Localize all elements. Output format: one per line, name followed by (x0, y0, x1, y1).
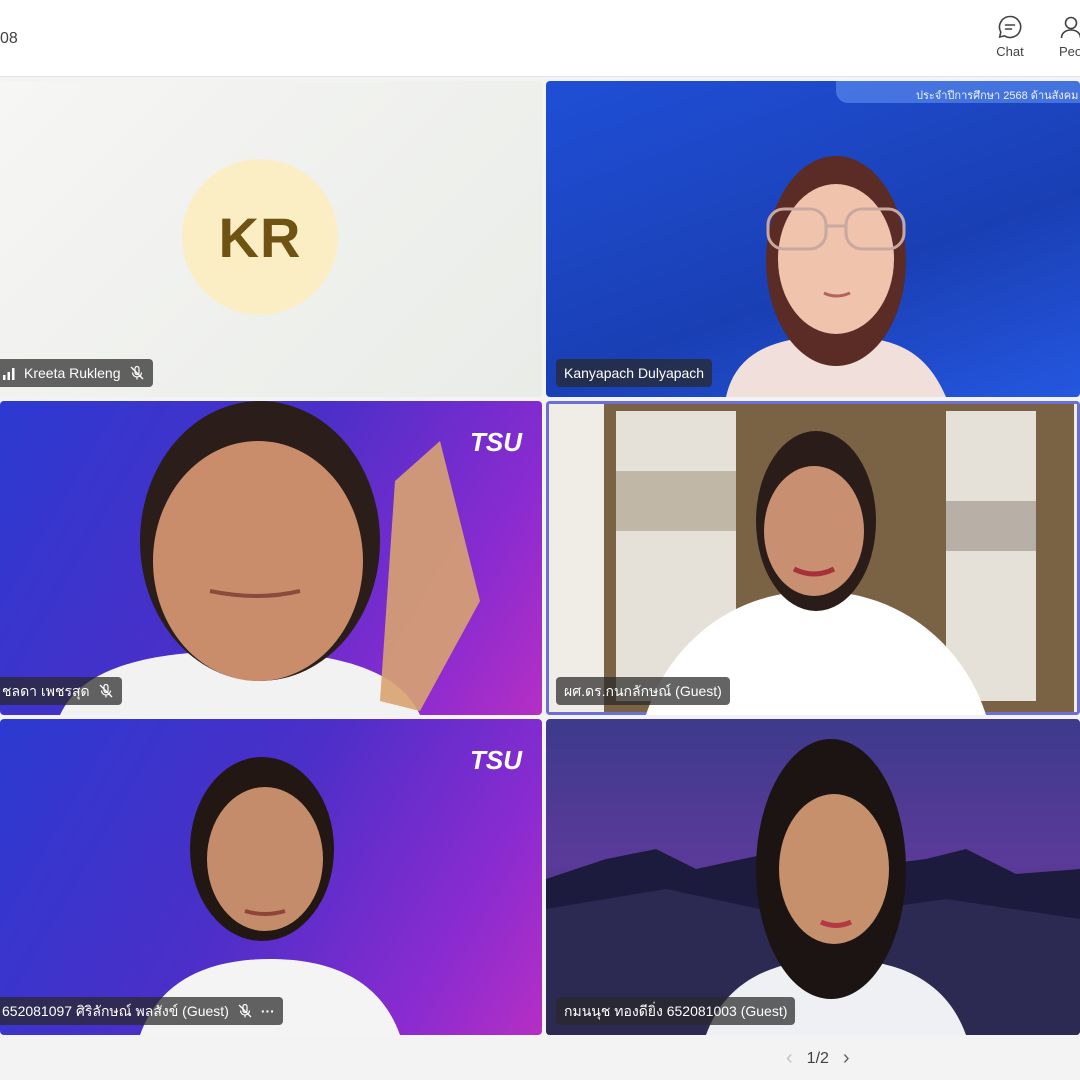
participant-name: ชลดา เพชรสุด (2, 683, 90, 699)
participant-video (546, 739, 1080, 1035)
participant-tile-kamonnut[interactable]: กมนนุช ทองดียิ่ง 652081003 (Guest) (546, 719, 1080, 1035)
participant-video (60, 401, 480, 715)
mic-off-icon (238, 1003, 252, 1018)
mic-off-icon (130, 365, 143, 380)
mic-off-icon (99, 683, 113, 698)
people-button[interactable]: Peo (1040, 14, 1080, 59)
participant-name: Kanyapach Dulyapach (564, 365, 705, 381)
page-indicator: 1/2 (806, 1049, 829, 1067)
chat-icon (998, 15, 1022, 39)
participant-tile-sirilak[interactable]: TSU 652081097 ศิริลักษณ์ พลสังข์ (Guest)… (0, 719, 542, 1035)
participant-tile-chonlada[interactable]: TSU ชลดา เพชรสุด (0, 401, 542, 715)
chevron-right-icon[interactable]: › (843, 1047, 850, 1070)
more-options-icon[interactable]: ··· (261, 997, 275, 1025)
gallery-footer (0, 1038, 1080, 1080)
participant-video (726, 156, 946, 397)
participant-name: กมนนุช ทองดียิ่ง 652081003 (Guest) (564, 1003, 788, 1019)
participant-name-tag: 652081097 ศิริลักษณ์ พลสังข์ (Guest) ··· (0, 997, 283, 1025)
participant-name: 652081097 ศิริลักษณ์ พลสังข์ (Guest) (2, 1003, 229, 1019)
participant-name-tag: ผศ.ดร.กนกลักษณ์ (Guest) (556, 677, 730, 705)
chat-button[interactable]: Chat (980, 14, 1040, 59)
participant-name-tag: Kreeta Rukleng (0, 359, 153, 387)
chevron-left-icon[interactable]: ‹ (786, 1047, 793, 1070)
signal-icon (3, 368, 15, 380)
participant-tile-kreeta[interactable]: KR Kreeta Rukleng (0, 81, 542, 397)
avatar: KR (182, 159, 338, 315)
meeting-header: 08 Chat Peo (0, 0, 1080, 77)
gallery-pager: ‹ 1/2 › (786, 1047, 850, 1070)
participant-video (549, 404, 1077, 715)
participant-name: ผศ.ดร.กนกลักษณ์ (Guest) (564, 683, 722, 699)
chat-label: Chat (996, 44, 1024, 59)
participant-name-tag: Kanyapach Dulyapach (556, 359, 713, 387)
people-label: Peo (1059, 44, 1080, 59)
meeting-title: 08 (0, 30, 18, 47)
participant-name-tag: กมนนุช ทองดียิ่ง 652081003 (Guest) (556, 997, 796, 1025)
people-icon (1060, 16, 1080, 39)
participant-name-tag: ชลดา เพชรสุด (0, 677, 122, 705)
participant-video (140, 757, 400, 1035)
participant-tile-kanoklak[interactable]: ผศ.ดร.กนกลักษณ์ (Guest) (546, 401, 1080, 715)
participant-name: Kreeta Rukleng (24, 365, 121, 381)
participant-tile-kanyapach[interactable]: ประจำปีการศึกษา 2568 ด้านสังคม Kanyapach… (546, 81, 1080, 397)
